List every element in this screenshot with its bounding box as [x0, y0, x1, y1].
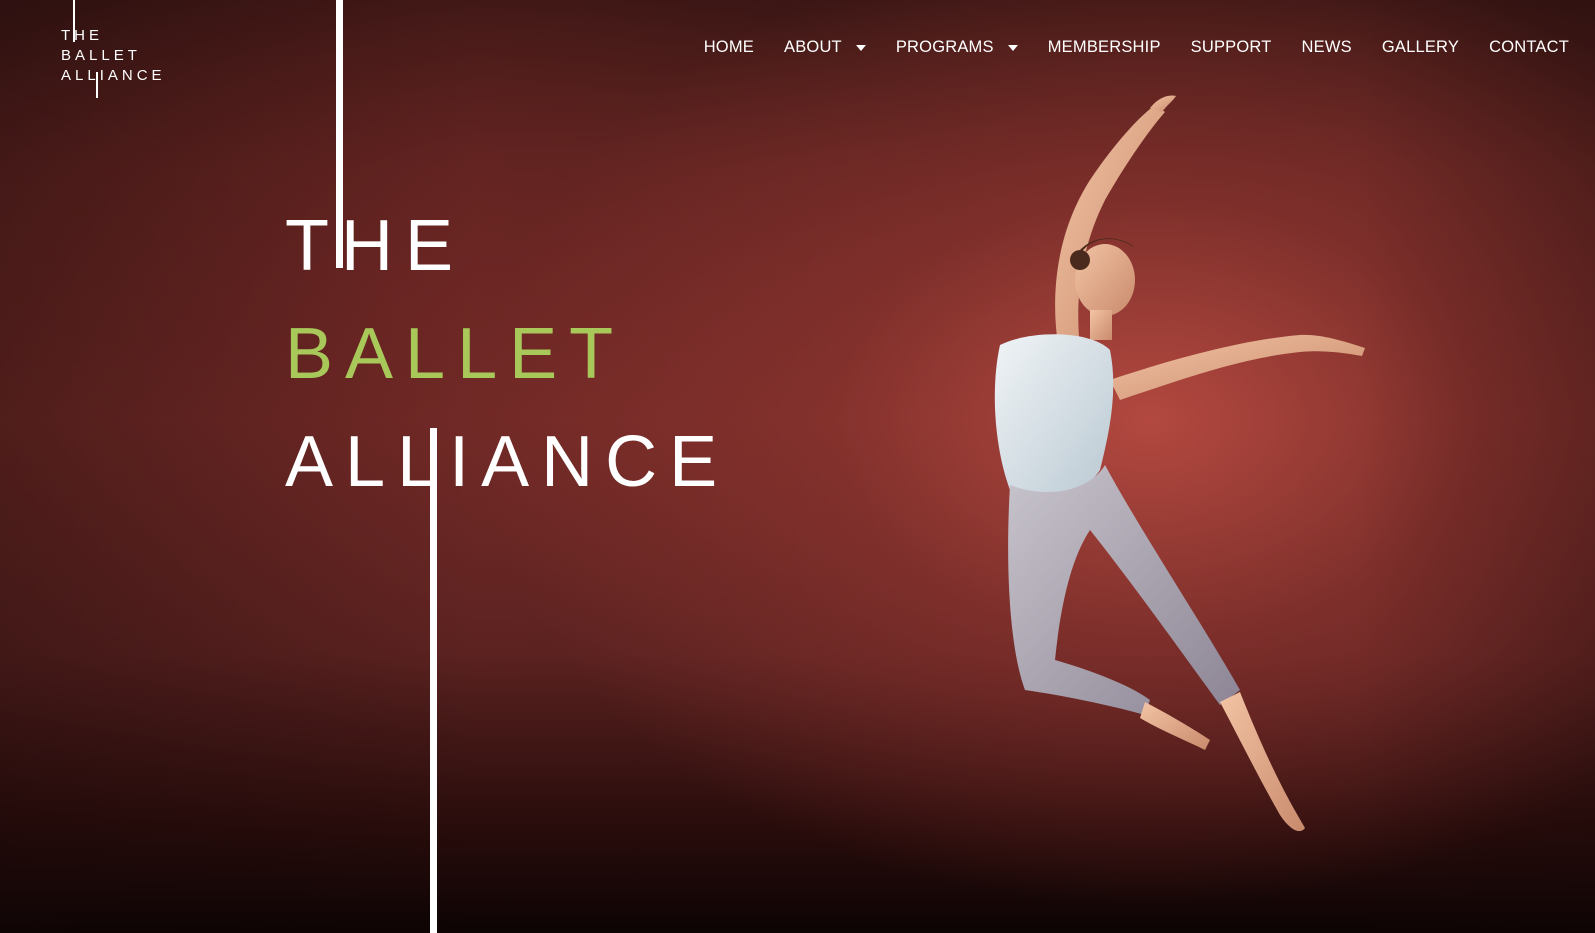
- nav-item-support[interactable]: SUPPORT: [1191, 38, 1272, 57]
- nav-item-label: SUPPORT: [1190, 38, 1272, 56]
- nav-item-label: HOME: [703, 38, 754, 56]
- nav-item-gallery[interactable]: GALLERY: [1382, 38, 1459, 57]
- hero-title-line-2: BALLET: [285, 314, 626, 394]
- main-navigation: HOME ABOUT PROGRAMS MEMBERSHIP SUPPORT N…: [674, 38, 1569, 57]
- caret-down-icon: [855, 44, 866, 51]
- nav-item-programs[interactable]: PROGRAMS: [896, 38, 1018, 57]
- nav-item-label: GALLERY: [1381, 38, 1460, 56]
- decorative-vertical-line-bottom: [430, 428, 437, 933]
- logo-line-2: BALLET: [61, 47, 141, 64]
- nav-item-about[interactable]: ABOUT: [784, 38, 866, 57]
- site-logo[interactable]: THE BALLET ALLIANCE: [61, 26, 166, 86]
- nav-item-label: ABOUT: [784, 38, 842, 56]
- hero-section: THE BALLET ALLIANCE HOME ABOUT PROGRAMS …: [0, 0, 1595, 933]
- nav-item-home[interactable]: HOME: [704, 38, 754, 57]
- logo-line-bottom: [96, 72, 98, 98]
- nav-item-label: MEMBERSHIP: [1047, 38, 1161, 56]
- nav-item-label: PROGRAMS: [895, 38, 994, 56]
- nav-item-contact[interactable]: CONTACT: [1489, 38, 1569, 57]
- hero-title-line-3: ALLIANCE: [285, 422, 730, 502]
- nav-item-label: NEWS: [1301, 38, 1352, 56]
- nav-item-label: CONTACT: [1489, 38, 1569, 56]
- nav-item-news[interactable]: NEWS: [1302, 38, 1352, 57]
- logo-line-1: THE: [61, 27, 103, 44]
- logo-line-3: ALLIANCE: [61, 67, 166, 84]
- ballet-dancer-image: [994, 95, 1365, 832]
- caret-down-icon: [1007, 44, 1018, 51]
- hero-title-line-1: THE: [285, 206, 465, 286]
- nav-item-membership[interactable]: MEMBERSHIP: [1048, 38, 1161, 57]
